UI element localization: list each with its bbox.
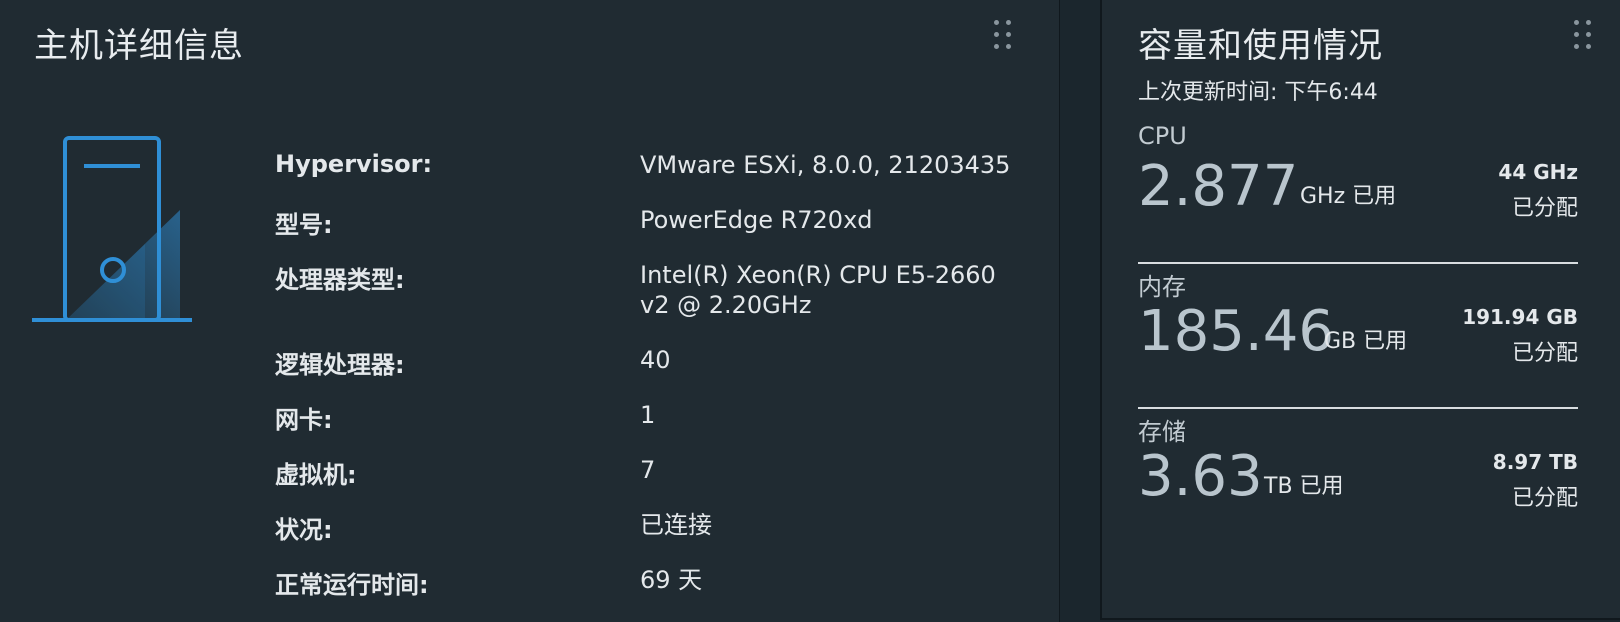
metric-capacity-label: 已分配 <box>1511 486 1578 511</box>
capacity-usage-card: 容量和使用情况 上次更新时间: 下午6:44 CPU 2.877 GHz 已用 … <box>1100 0 1620 620</box>
last-updated-text: 上次更新时间: 下午6:44 <box>1138 80 1378 105</box>
property-value: 69 天 <box>640 566 703 594</box>
property-label: 逻辑处理器: <box>275 351 405 379</box>
metric-used-unit: TB 已用 <box>1264 474 1344 499</box>
metric-cpu: CPU 2.877 GHz 已用 44 GHz 已分配 <box>1138 122 1578 252</box>
property-label: 型号: <box>275 211 333 239</box>
property-value: 已连接 <box>640 511 712 539</box>
server-tower-icon <box>32 136 192 322</box>
property-label: 正常运行时间: <box>275 571 429 599</box>
property-label: 状况: <box>275 516 333 544</box>
capacity-usage-title: 容量和使用情况 <box>1138 26 1383 66</box>
metric-used-value: 2.877 <box>1138 154 1299 219</box>
metric-used-unit: GB 已用 <box>1324 329 1408 354</box>
metric-capacity-label: 已分配 <box>1511 341 1578 366</box>
metric-storage: 存储 3.63 TB 已用 8.97 TB 已分配 <box>1138 412 1578 542</box>
drag-handle-icon[interactable] <box>1574 20 1591 50</box>
host-details-card: 主机详细信息 Hypervisor: VMware ESXi, 8.0.0, 2… <box>0 0 1060 622</box>
metric-capacity-value: 44 GHz <box>1498 160 1578 184</box>
property-label: 虚拟机: <box>275 461 357 489</box>
host-summary-page: 主机详细信息 Hypervisor: VMware ESXi, 8.0.0, 2… <box>0 0 1620 622</box>
property-label: 处理器类型: <box>275 266 405 294</box>
metric-used-value: 185.46 <box>1138 299 1334 364</box>
property-label: 网卡: <box>275 406 333 434</box>
property-value: 40 <box>640 346 671 374</box>
metric-capacity-value: 8.97 TB <box>1492 450 1578 474</box>
metric-capacity-value: 191.94 GB <box>1462 305 1578 329</box>
metric-used-value: 3.63 <box>1138 444 1263 509</box>
property-label: Hypervisor: <box>275 150 433 178</box>
metric-name: 内存 <box>1138 273 1186 301</box>
metric-capacity-label: 已分配 <box>1511 196 1578 221</box>
metric-name: CPU <box>1138 122 1187 150</box>
metric-name: 存储 <box>1138 418 1186 446</box>
metric-divider <box>1138 262 1578 264</box>
metric-divider <box>1138 407 1578 409</box>
property-value: PowerEdge R720xd <box>640 206 873 234</box>
drag-handle-icon[interactable] <box>994 20 1011 50</box>
host-details-title: 主机详细信息 <box>34 26 244 66</box>
property-value: VMware ESXi, 8.0.0, 21203435 <box>640 151 1011 179</box>
property-value: 7 <box>640 456 656 484</box>
property-value: Intel(R) Xeon(R) CPU E5-2660 v2 @ 2.20GH… <box>640 261 996 319</box>
property-value: 1 <box>640 401 656 429</box>
metric-memory: 内存 185.46 GB 已用 191.94 GB 已分配 <box>1138 267 1578 397</box>
metric-used-unit: GHz 已用 <box>1300 184 1397 209</box>
